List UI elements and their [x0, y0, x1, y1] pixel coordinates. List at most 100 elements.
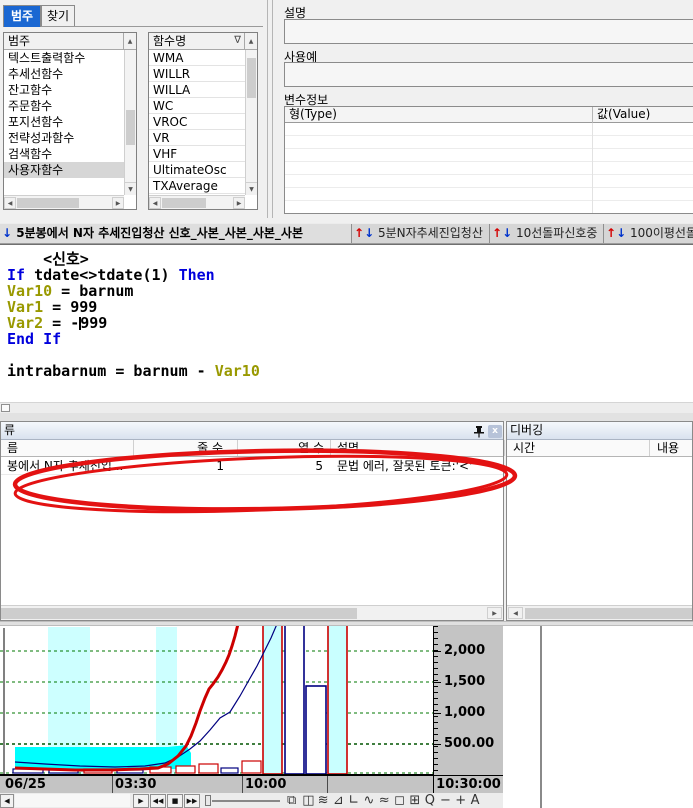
scroll-down-icon[interactable]: ▼ — [125, 182, 136, 195]
window-vertical-divider[interactable] — [540, 626, 542, 808]
category-vscrollbar[interactable]: ▼ — [124, 50, 136, 195]
scroll-up-icon[interactable]: ▲ — [245, 33, 257, 50]
error-column-header[interactable]: 름 — [1, 440, 134, 456]
column-time[interactable]: 시간 — [507, 440, 650, 456]
function-item[interactable]: UltimateOsc — [149, 162, 245, 178]
tab-category[interactable]: 범주 — [3, 5, 41, 27]
playback-stop-button[interactable]: ■ — [167, 794, 183, 808]
strategy-chart[interactable] — [0, 626, 433, 775]
chart-x-axis[interactable]: 06/2503:3010:00 — [0, 775, 433, 793]
scroll-down-icon[interactable]: ▼ — [246, 182, 257, 195]
category-item[interactable]: 추세선함수 — [4, 66, 124, 82]
function-item[interactable]: TXAverage — [149, 178, 245, 194]
scroll-thumb[interactable] — [247, 58, 256, 98]
doc-tab[interactable]: ↑↓ 10선돌파신호중 — [490, 224, 604, 243]
scroll-left-icon[interactable]: ◀ — [149, 197, 161, 209]
chart-hscrollbar[interactable] — [15, 794, 130, 807]
pin-icon[interactable] — [473, 425, 485, 438]
code-editor[interactable]: <신호>If tdate<>tdate(1) ThenVar10 = barnu… — [0, 244, 693, 402]
column-divider — [592, 107, 593, 123]
scroll-right-icon[interactable]: ▶ — [233, 197, 245, 209]
grid-window-icon[interactable]: ⊞ — [409, 793, 420, 808]
code-line: intrabarnum = barnum - Var10 — [7, 363, 260, 379]
chart-scroll-left-icon[interactable]: ◀ — [0, 794, 14, 808]
scroll-thumb[interactable] — [17, 198, 79, 208]
error-column-header[interactable]: 열 수 — [238, 440, 331, 456]
function-item[interactable]: VHF — [149, 146, 245, 162]
error-row[interactable]: 봉에서 N자 추세진입...15문법 에러, 잘못된 토큰:'<' — [1, 457, 503, 475]
waves-tool-icon[interactable]: ≈ — [379, 793, 390, 808]
category-item[interactable]: 전략성과함수 — [4, 130, 124, 146]
pane-splitter[interactable] — [272, 0, 273, 218]
editor-hscrollbar[interactable] — [0, 402, 693, 413]
splitter[interactable] — [0, 413, 693, 421]
scroll-thumb[interactable] — [1, 608, 357, 619]
function-item[interactable]: WMA — [149, 50, 245, 66]
scroll-thumb[interactable] — [1, 404, 10, 412]
error-hscrollbar[interactable]: ▶ — [1, 605, 503, 620]
code-token: 999 — [80, 314, 107, 332]
playback-rewind-button[interactable]: ◀◀ — [150, 794, 166, 808]
category-list-header[interactable]: 범주 — [4, 33, 124, 50]
close-icon[interactable]: x — [488, 425, 502, 438]
doc-tab[interactable]: ↑↓ 5분N자추세진입청산 — [352, 224, 490, 243]
replay-slider-track[interactable] — [212, 800, 280, 802]
column-value[interactable]: 값(Value) — [597, 107, 650, 122]
box-tool-icon[interactable]: ◻ — [394, 793, 405, 808]
usage-box[interactable] — [284, 62, 693, 87]
debug-hscrollbar[interactable]: ◀ — [507, 605, 692, 620]
scroll-right-icon[interactable]: ▶ — [112, 197, 124, 209]
wave-tool-icon[interactable]: ∿ — [364, 793, 375, 808]
description-box[interactable] — [284, 19, 693, 44]
scroll-left-icon[interactable]: ◀ — [508, 607, 523, 619]
function-list-header[interactable]: 함수명 — [149, 33, 245, 50]
function-item[interactable]: WC — [149, 98, 245, 114]
category-item[interactable]: 잔고함수 — [4, 82, 124, 98]
error-column-header[interactable]: 줄 수 — [134, 440, 238, 456]
scroll-up-icon[interactable]: ▲ — [124, 33, 136, 50]
scroll-thumb[interactable] — [525, 608, 692, 619]
function-item[interactable]: VROC — [149, 114, 245, 130]
histogram-bar — [221, 768, 238, 773]
copy-window-icon[interactable]: ⧉ — [287, 793, 296, 808]
varinfo-table-body — [285, 123, 693, 213]
trend-tool-icon[interactable]: ⊿ — [333, 793, 344, 808]
code-text[interactable]: <신호>If tdate<>tdate(1) ThenVar10 = barnu… — [7, 251, 260, 379]
column-type[interactable]: 형(Type) — [289, 107, 337, 122]
function-item[interactable]: WILLA — [149, 82, 245, 98]
zoom-icon[interactable]: Q — [425, 793, 435, 808]
scroll-thumb[interactable] — [162, 198, 206, 208]
function-hscrollbar[interactable]: ◀ ▶ — [149, 195, 245, 209]
zoom-out-icon[interactable]: − — [440, 793, 451, 808]
error-column-header[interactable]: 설명 — [331, 440, 505, 456]
doc-tab[interactable]: ↑↓ 100이평선돌파 — [604, 224, 693, 243]
playback-forward-button[interactable]: ▶▶ — [184, 794, 200, 808]
angle-tool-icon[interactable]: ∟ — [348, 793, 359, 808]
function-item[interactable]: VR — [149, 130, 245, 146]
pane-splitter[interactable] — [267, 0, 268, 218]
category-item[interactable]: 검색함수 — [4, 146, 124, 162]
doc-tab[interactable]: ↓ 5분봉에서 N자 추세진입청산 신호_사본_사본_사본_사본 — [0, 224, 352, 243]
text-tool-icon[interactable]: A — [471, 793, 480, 808]
tab-find[interactable]: 찾기 — [41, 5, 75, 27]
scroll-right-icon[interactable]: ▶ — [487, 607, 502, 619]
category-item[interactable]: 사용자함수 — [4, 162, 124, 178]
zoom-in-icon[interactable]: + — [455, 793, 466, 808]
playback-play-button[interactable]: ▶ — [133, 794, 149, 808]
category-item[interactable]: 포지션함수 — [4, 114, 124, 130]
function-item[interactable]: WILLR — [149, 66, 245, 82]
category-item[interactable]: 주문함수 — [4, 98, 124, 114]
scroll-thumb[interactable] — [126, 110, 135, 145]
replay-slider-handle[interactable] — [205, 795, 211, 806]
category-hscrollbar[interactable]: ◀ ▶ — [4, 195, 124, 209]
zigzag-icon[interactable]: ≋ — [318, 793, 329, 808]
category-item[interactable]: 텍스트출력함수 — [4, 50, 124, 66]
column-content[interactable]: 내용 — [651, 440, 693, 456]
function-vscrollbar[interactable]: ▼ — [245, 50, 257, 195]
window-icon[interactable]: ◫ — [302, 793, 314, 808]
y-axis-tick — [434, 713, 441, 714]
scroll-left-icon[interactable]: ◀ — [4, 197, 16, 209]
filter-icon[interactable]: ∇ — [234, 35, 241, 46]
x-axis-divider — [112, 776, 113, 793]
chart-y-axis[interactable]: 2,0001,5001,000500.00 — [433, 626, 503, 775]
